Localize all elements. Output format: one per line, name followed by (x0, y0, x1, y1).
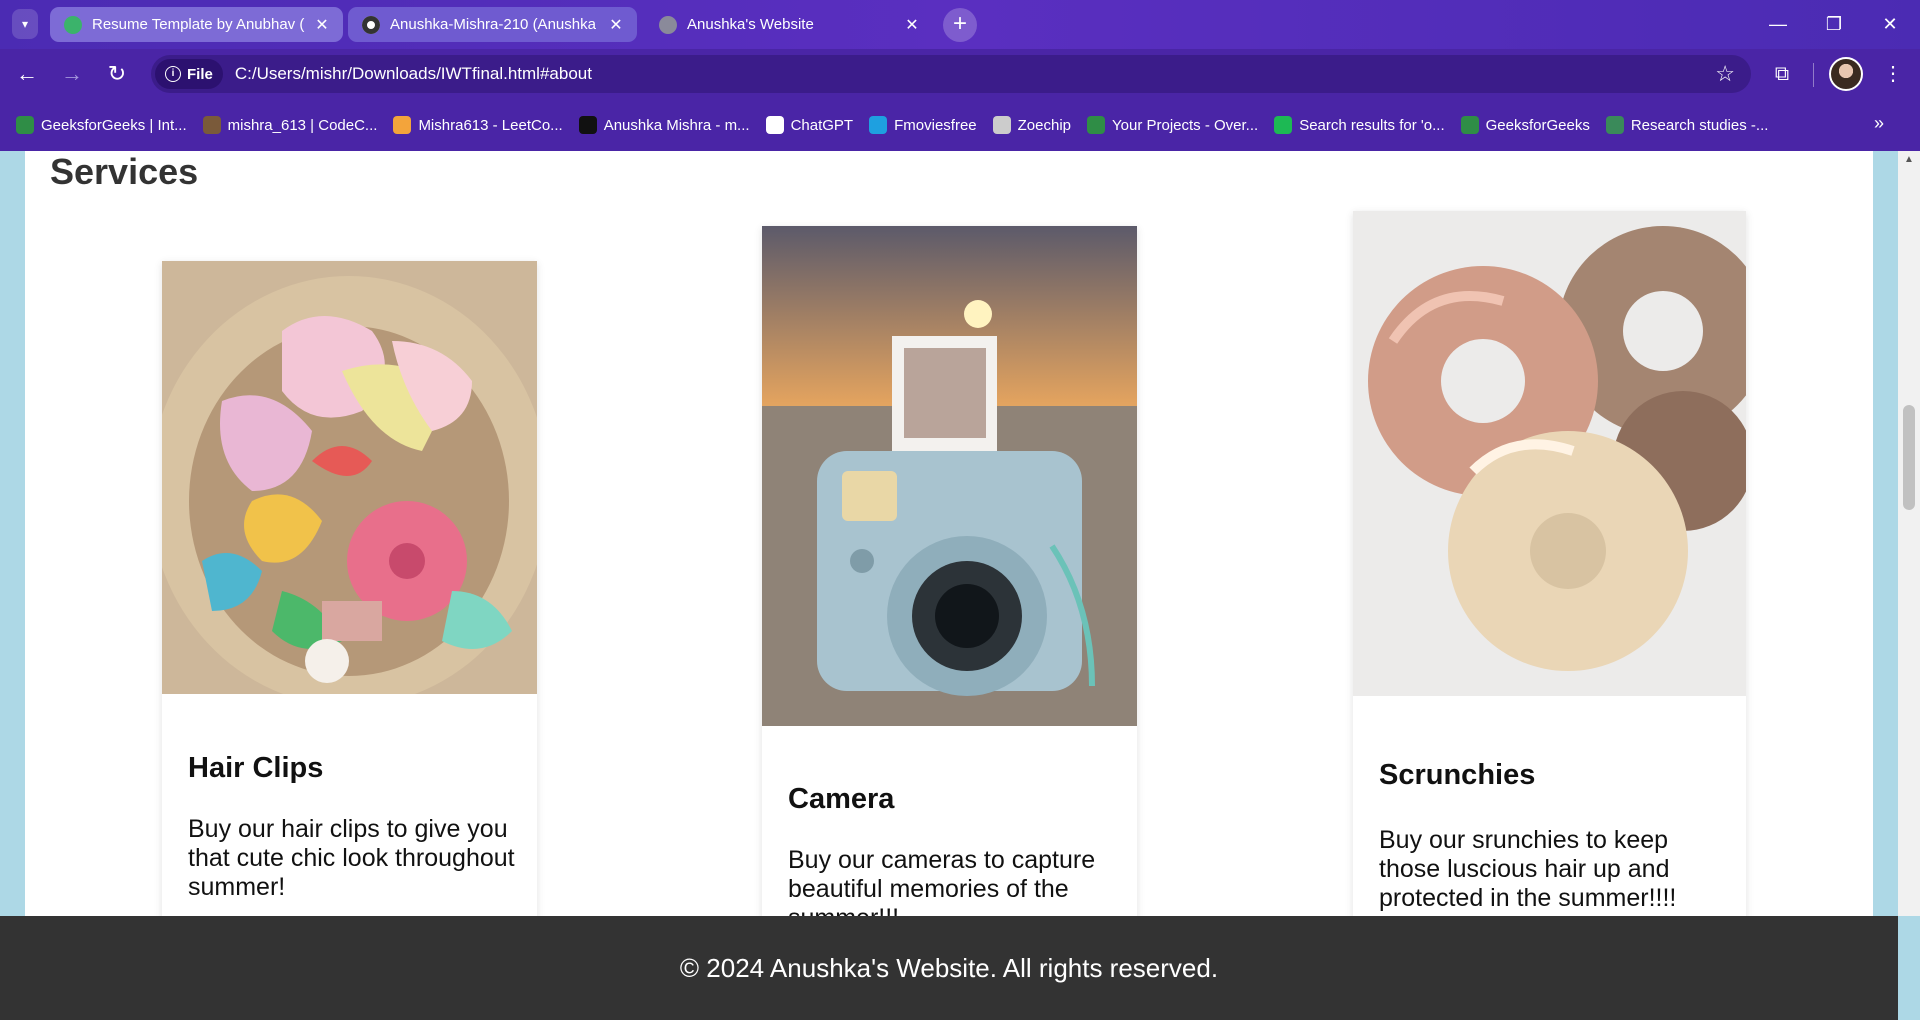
reload-button[interactable]: ↻ (99, 56, 135, 92)
service-description: Buy our cameras to capture beautiful mem… (788, 846, 1096, 916)
bookmark-favicon-icon (765, 116, 784, 134)
bookmark-favicon-icon (1605, 116, 1624, 134)
bookmark-item[interactable]: Research studies -... (1605, 116, 1769, 134)
tab-title: Anushka's Website (687, 16, 814, 33)
close-window-icon[interactable]: ✕ (1862, 0, 1918, 49)
bookmark-label: ChatGPT (790, 116, 854, 134)
page-scrollbar[interactable] (1898, 151, 1920, 916)
github-icon (362, 15, 380, 34)
bookmark-label: Mishra613 - LeetCo... (418, 116, 563, 134)
bookmark-label: Anushka Mishra - m... (603, 116, 750, 134)
tab-strip: ▾ Resume Template by Anubhav ( ✕ Anushka… (0, 0, 1920, 49)
bookmark-favicon-icon (1087, 116, 1106, 134)
bookmark-item[interactable]: mishra_613 | CodeC... (202, 116, 378, 134)
bookmark-label: Research studies -... (1630, 116, 1769, 134)
service-title: Camera (788, 783, 895, 815)
service-description: Buy our hair clips to give you that cute… (188, 815, 515, 901)
bookmark-item[interactable]: GeeksforGeeks | Int... (16, 116, 187, 134)
bookmark-favicon-icon (16, 116, 34, 134)
new-tab-button[interactable]: + (943, 8, 977, 42)
restore-icon[interactable]: ❐ (1806, 0, 1862, 49)
close-icon[interactable]: ✕ (901, 15, 923, 35)
section-title: Services (50, 151, 199, 192)
footer-text: © 2024 Anushka's Website. All rights res… (679, 953, 1219, 983)
bookmark-label: GeeksforGeeks | Int... (41, 116, 187, 134)
bookmark-item[interactable]: Mishra613 - LeetCo... (393, 116, 563, 134)
tab-github[interactable]: Anushka-Mishra-210 (Anushka ✕ (348, 7, 637, 42)
bookmark-label: mishra_613 | CodeC... (227, 116, 378, 134)
bookmark-label: Your Projects - Over... (1112, 116, 1259, 134)
scrunchies-image (1353, 211, 1746, 696)
service-card-scrunchies: Scrunchies Buy our srunchies to keep tho… (1353, 211, 1746, 916)
bookmark-label: Zoechip (1017, 116, 1072, 134)
hair-clips-image (162, 261, 537, 694)
service-title: Scrunchies (1379, 759, 1536, 791)
leaf-icon (64, 15, 82, 34)
info-icon: i (165, 66, 181, 82)
service-card-camera: Camera Buy our cameras to capture beauti… (762, 226, 1137, 916)
main-content: Services Hair Clips Buy our hair clips t… (25, 151, 1873, 916)
bookmark-label: GeeksforGeeks (1485, 116, 1590, 134)
tab-anushkas-website[interactable]: Anushka's Website ✕ (645, 7, 933, 42)
profile-avatar[interactable] (1829, 57, 1863, 91)
bookmark-item[interactable]: Anushka Mishra - m... (578, 116, 750, 134)
bookmark-star-icon[interactable]: ☆ (1715, 61, 1735, 87)
browser-toolbar: ← → ↻ i File C:/Users/mishr/Downloads/IW… (0, 49, 1920, 99)
url-text[interactable]: C:/Users/mishr/Downloads/IWTfinal.html#a… (235, 64, 592, 84)
bookmark-favicon-icon (992, 116, 1011, 134)
toolbar-divider (1813, 63, 1814, 87)
menu-icon[interactable]: ⋮ (1875, 56, 1911, 92)
page-viewport: Services Hair Clips Buy our hair clips t… (0, 151, 1920, 916)
service-description: Buy our srunchies to keep those luscious… (1379, 826, 1677, 912)
extensions-icon[interactable]: ⧉ (1764, 56, 1800, 92)
forward-button[interactable]: → (54, 56, 90, 92)
address-bar[interactable]: i File C:/Users/mishr/Downloads/IWTfinal… (151, 55, 1751, 93)
tab-title: Resume Template by Anubhav ( (92, 16, 305, 33)
bookmark-label: Fmoviesfree (894, 116, 977, 134)
tab-search-button[interactable]: ▾ (12, 9, 38, 39)
scroll-up-icon[interactable]: ▲ (1901, 154, 1917, 170)
bookmark-favicon-icon (869, 116, 888, 134)
bookmark-item[interactable]: Fmoviesfree (869, 116, 977, 134)
page-footer: © 2024 Anushka's Website. All rights res… (0, 916, 1898, 1020)
close-icon[interactable]: ✕ (605, 15, 627, 35)
minimize-icon[interactable]: — (1750, 0, 1806, 49)
service-title: Hair Clips (188, 752, 324, 784)
tab-title: Anushka-Mishra-210 (Anushka (390, 16, 596, 33)
service-card-hair-clips: Hair Clips Buy our hair clips to give yo… (162, 261, 537, 916)
site-info-label: File (187, 65, 213, 83)
site-info-chip[interactable]: i File (155, 59, 223, 89)
bookmark-item[interactable]: Zoechip (992, 116, 1072, 134)
bookmark-favicon-icon (578, 116, 597, 134)
bookmark-favicon-icon (202, 116, 221, 134)
bookmark-label: Search results for 'o... (1299, 116, 1445, 134)
back-button[interactable]: ← (9, 56, 45, 92)
bookmark-item[interactable]: ChatGPT (765, 116, 854, 134)
bookmark-favicon-icon (393, 116, 412, 134)
more-bookmarks-icon[interactable]: » (1874, 113, 1884, 134)
tab-resume-template[interactable]: Resume Template by Anubhav ( ✕ (50, 7, 343, 42)
bookmark-item[interactable]: GeeksforGeeks (1460, 116, 1590, 134)
bookmark-item[interactable]: Search results for 'o... (1274, 116, 1445, 134)
bookmark-favicon-icon (1460, 116, 1479, 134)
camera-image (762, 226, 1137, 726)
scrollbar-thumb[interactable] (1903, 405, 1915, 510)
bookmark-favicon-icon (1274, 116, 1293, 134)
close-icon[interactable]: ✕ (311, 15, 333, 35)
bookmarks-bar: GeeksforGeeks | Int... mishra_613 | CodeC… (0, 99, 1920, 151)
globe-icon (659, 15, 677, 34)
bookmark-item[interactable]: Your Projects - Over... (1087, 116, 1258, 134)
